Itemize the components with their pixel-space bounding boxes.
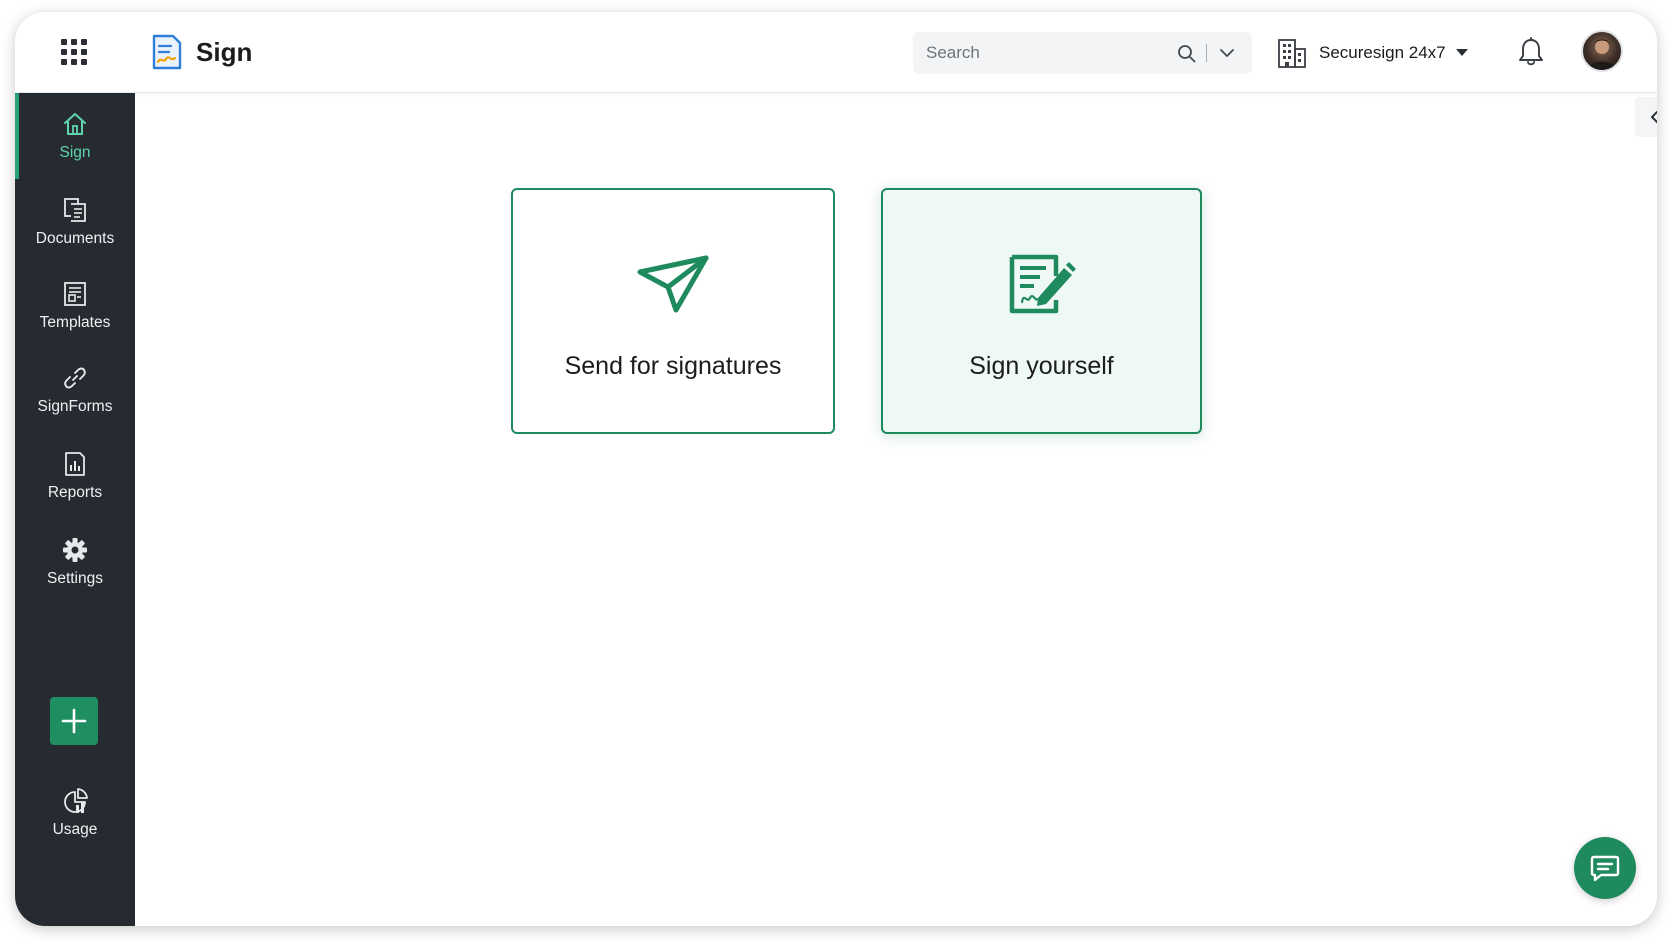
reports-icon xyxy=(65,451,85,476)
sidebar-item-label: Templates xyxy=(39,313,111,331)
documents-icon xyxy=(64,197,86,222)
user-avatar[interactable] xyxy=(1581,30,1623,72)
sidebar-item-label: Documents xyxy=(35,229,115,247)
sidebar-item-label: Usage xyxy=(52,820,98,838)
sidebar-item-templates[interactable]: Templates xyxy=(15,263,135,349)
top-header: Sign Search Securesign 24x7 xyxy=(15,12,1657,93)
link-icon xyxy=(64,367,86,388)
bell-icon[interactable] xyxy=(1518,37,1544,67)
building-icon xyxy=(1278,39,1306,68)
app-brand[interactable]: Sign xyxy=(149,34,252,70)
chat-icon xyxy=(1590,855,1620,882)
paper-plane-icon xyxy=(637,255,709,313)
sidebar-item-label: Sign xyxy=(59,143,91,161)
app-title: Sign xyxy=(196,36,253,67)
sign-document-icon xyxy=(1009,254,1076,314)
sidebar-item-label: SignForms xyxy=(37,397,113,415)
templates-icon xyxy=(64,281,86,306)
send-for-signatures-card[interactable]: Send for signatures xyxy=(511,188,835,434)
collapse-panel-button[interactable] xyxy=(1635,97,1657,137)
sidebar-item-documents[interactable]: Documents xyxy=(15,179,135,265)
main-content: Send for signatures Sign yourself xyxy=(135,93,1657,926)
search-divider xyxy=(1206,44,1207,62)
org-switcher[interactable]: Securesign 24x7 xyxy=(1276,34,1468,72)
card-label: Send for signatures xyxy=(564,352,782,380)
sidebar-item-signforms[interactable]: SignForms xyxy=(15,347,135,433)
sidebar-item-label: Settings xyxy=(46,569,103,587)
avatar-photo-icon xyxy=(1588,39,1616,70)
chat-button[interactable] xyxy=(1574,837,1636,899)
sign-yourself-card[interactable]: Sign yourself xyxy=(881,188,1202,434)
plus-icon xyxy=(61,708,87,734)
sidebar: Sign Documents Templates SignForms Repor… xyxy=(15,93,135,926)
org-name: Securesign 24x7 xyxy=(1319,43,1446,62)
usage-chart-icon xyxy=(64,787,88,813)
chevron-left-icon xyxy=(1651,110,1657,124)
apps-grid-icon[interactable] xyxy=(61,39,87,65)
chevron-down-icon[interactable] xyxy=(1219,46,1235,60)
sidebar-item-label: Reports xyxy=(47,483,103,501)
sidebar-item-sign[interactable]: Sign xyxy=(15,93,135,179)
gear-icon xyxy=(63,537,87,562)
search-input[interactable] xyxy=(913,32,1168,74)
home-icon xyxy=(64,112,86,135)
search-box[interactable] xyxy=(913,32,1252,74)
sidebar-item-reports[interactable]: Reports xyxy=(15,433,135,519)
app-window: Sign Search Securesign 24x7 Sign Documen… xyxy=(15,12,1657,926)
card-label: Sign yourself xyxy=(969,352,1114,380)
sign-logo-icon xyxy=(152,34,182,70)
sidebar-item-usage[interactable]: Usage xyxy=(15,770,135,856)
caret-down-icon xyxy=(1455,49,1468,56)
sidebar-item-settings[interactable]: Settings xyxy=(15,519,135,605)
search-icon[interactable] xyxy=(1177,44,1196,63)
add-button[interactable] xyxy=(50,697,98,745)
